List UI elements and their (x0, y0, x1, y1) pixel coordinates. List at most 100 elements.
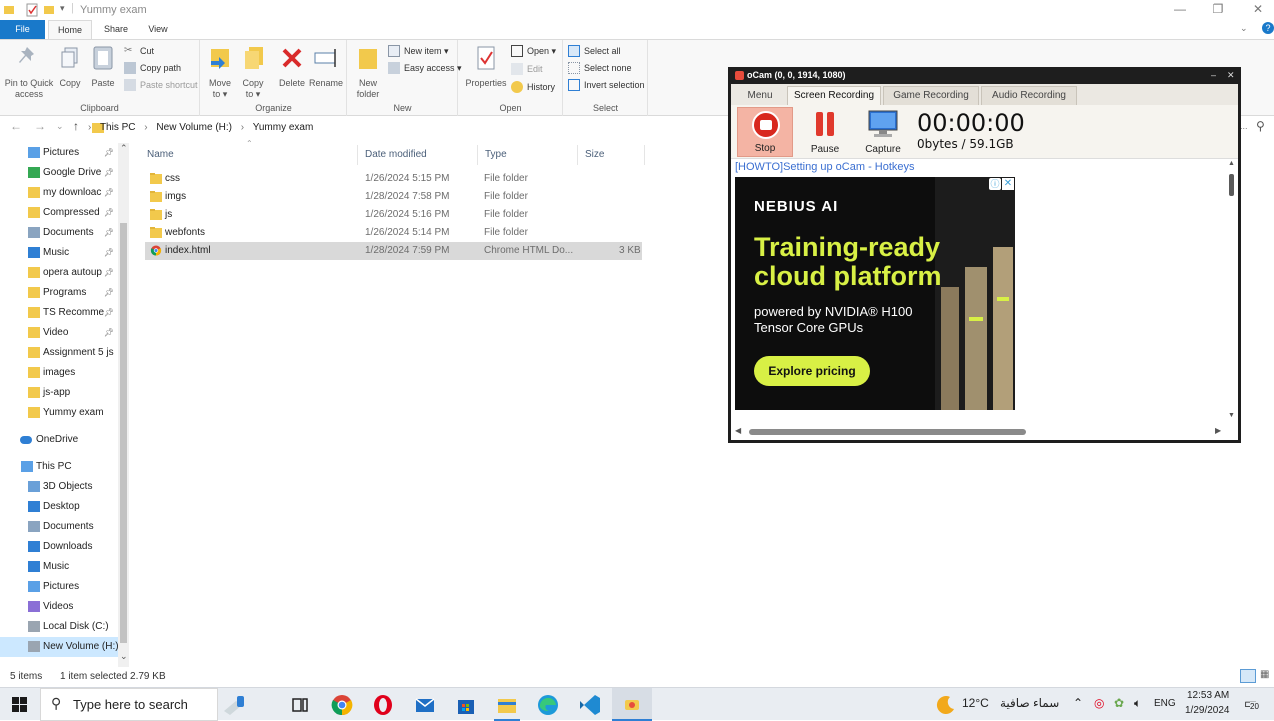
file-row[interactable]: css 1/26/2024 5:15 PM File folder (145, 170, 642, 188)
nav-item-downloads[interactable]: Downloads (0, 537, 118, 557)
nav-item-3d-objects[interactable]: 3D Objects (0, 477, 118, 497)
ocam-horizontal-scrollbar[interactable]: ◀ ▶ (731, 423, 1225, 440)
paste-button[interactable]: Paste (88, 43, 118, 89)
nav-onedrive[interactable]: OneDrive (0, 430, 118, 450)
column-type[interactable]: Type (478, 145, 578, 165)
vscode-icon[interactable] (578, 693, 602, 717)
nav-item-ts-recomme[interactable]: TS Recomme 📌︎ (0, 303, 118, 323)
scroll-right-icon[interactable]: ▶ (1215, 426, 1221, 435)
nav-item-videos[interactable]: Videos (0, 597, 118, 617)
weather-moon-icon[interactable] (934, 693, 958, 717)
breadcrumb-new-volume[interactable]: New Volume (H:) (156, 122, 232, 133)
ocam-taskbar-button[interactable] (612, 688, 652, 721)
search-highlight-icon[interactable] (222, 693, 246, 717)
tab-home[interactable]: Home (48, 20, 92, 39)
invert-selection-button[interactable]: Invert selection (568, 77, 645, 93)
properties-icon[interactable] (26, 3, 38, 17)
taskbar-search[interactable]: ⚲ Type here to search (40, 688, 218, 721)
nav-item-assignment-5-js[interactable]: Assignment 5 js (0, 343, 118, 363)
column-date-modified[interactable]: Date modified (358, 145, 478, 165)
nav-item-js-app[interactable]: js-app (0, 383, 118, 403)
nav-item-documents[interactable]: Documents 📌︎ (0, 223, 118, 243)
back-arrow-icon[interactable]: ← (10, 119, 22, 133)
nav-item-local-disk-c-[interactable]: Local Disk (C:) (0, 617, 118, 637)
copy-path-button[interactable]: Copy path (124, 60, 181, 76)
nav-item-music[interactable]: Music 📌︎ (0, 243, 118, 263)
nav-item-images[interactable]: images (0, 363, 118, 383)
paste-shortcut-button[interactable]: Paste shortcut (124, 77, 198, 93)
clock-date[interactable]: 1/29/2024 (1185, 705, 1230, 716)
breadcrumb-yummy-exam[interactable]: Yummy exam (253, 122, 314, 133)
nav-item-video[interactable]: Video 📌︎ (0, 323, 118, 343)
column-name[interactable]: Name (140, 145, 358, 165)
weather-condition[interactable]: سماء صافية (1000, 696, 1059, 710)
task-view-icon[interactable] (288, 693, 312, 717)
ocam-tab-game-recording[interactable]: Game Recording (883, 86, 979, 105)
language-indicator[interactable]: ENG (1154, 698, 1176, 709)
store-icon[interactable] (454, 693, 478, 717)
ad-info-icon[interactable]: ⓘ (989, 178, 1001, 190)
advertisement[interactable]: NEBIUS AI Training-ready cloud platform … (735, 177, 1015, 410)
opera-icon[interactable] (371, 693, 395, 717)
ocam-tab-menu[interactable]: Menu (735, 86, 785, 105)
ocam-tab-screen-recording[interactable]: Screen Recording (787, 86, 881, 106)
scroll-up-icon[interactable]: ▲ (1228, 160, 1235, 167)
search-icon[interactable]: ⚲ (1256, 119, 1265, 133)
rename-button[interactable]: Rename (307, 43, 345, 89)
new-item-button[interactable]: New item ▾ (388, 43, 449, 59)
delete-button[interactable]: Delete (275, 43, 309, 89)
opera-tray-icon[interactable]: ◎ (1094, 696, 1104, 710)
ocam-vscroll-thumb[interactable] (1229, 174, 1234, 196)
sync-tray-icon[interactable]: ✿ (1114, 696, 1124, 710)
copy-button[interactable]: Copy (56, 43, 84, 89)
move-to-button[interactable]: Move to ▾ (205, 43, 235, 100)
chrome-icon[interactable] (330, 693, 354, 717)
recent-locations-icon[interactable]: ⌄ (56, 121, 64, 132)
weather-temp[interactable]: 12°C (962, 696, 989, 710)
nav-item-my-downloac[interactable]: my downloac 📌︎ (0, 183, 118, 203)
search-box-label[interactable]: ... (1240, 121, 1248, 131)
pin-to-quick-access-button[interactable]: Pin to Quick access (4, 43, 54, 100)
new-folder-icon[interactable] (44, 3, 54, 17)
nav-item-pictures[interactable]: Pictures (0, 577, 118, 597)
capture-button[interactable]: Capture (855, 107, 911, 157)
forward-arrow-icon[interactable]: → (34, 119, 46, 133)
scroll-down-icon[interactable]: ⌄ (120, 651, 128, 662)
file-row[interactable]: index.html 1/28/2024 7:59 PM Chrome HTML D… (145, 242, 642, 260)
nav-item-pictures[interactable]: Pictures 📌︎ (0, 143, 118, 163)
tab-view[interactable]: View (140, 20, 176, 39)
nav-item-programs[interactable]: Programs 📌︎ (0, 283, 118, 303)
pause-button[interactable]: Pause (797, 107, 853, 157)
file-row[interactable]: js 1/26/2024 5:16 PM File folder (145, 206, 642, 224)
chevron-down-icon[interactable]: ⌄ (1240, 23, 1248, 34)
notifications-button[interactable]: ▭ 20 (1244, 695, 1262, 713)
maximize-button[interactable]: ❐ (1208, 2, 1228, 18)
ocam-close-button[interactable]: ✕ (1227, 67, 1235, 84)
stop-button[interactable]: Stop (737, 107, 793, 157)
nav-scrollbar[interactable]: ⌃ ⌄ (118, 143, 129, 667)
cut-button[interactable]: ✂ Cut (124, 43, 154, 59)
ad-cta-button[interactable]: Explore pricing (754, 356, 870, 386)
clock-time[interactable]: 12:53 AM (1187, 690, 1229, 701)
chevron-up-icon[interactable]: ⌃ (1073, 696, 1083, 710)
close-button[interactable]: ✕ (1248, 2, 1268, 18)
nav-item-opera-autoup[interactable]: opera autoup 📌︎ (0, 263, 118, 283)
nav-this-pc[interactable]: This PC (0, 457, 118, 477)
mail-icon[interactable] (413, 693, 437, 717)
properties-button[interactable]: Properties (465, 43, 507, 89)
history-button[interactable]: History (511, 79, 555, 95)
nav-item-music[interactable]: Music (0, 557, 118, 577)
windows-start-icon[interactable] (12, 697, 27, 712)
scroll-left-icon[interactable]: ◀ (735, 426, 741, 435)
nav-item-yummy-exam[interactable]: Yummy exam (0, 403, 118, 423)
howto-link[interactable]: [HOWTO]Setting up oCam - Hotkeys (735, 161, 915, 173)
nav-item-desktop[interactable]: Desktop (0, 497, 118, 517)
file-row[interactable]: webfonts 1/26/2024 5:14 PM File folder (145, 224, 642, 242)
scroll-down-icon[interactable]: ▼ (1228, 412, 1235, 419)
details-view-icon[interactable] (1240, 669, 1256, 683)
ocam-vertical-scrollbar[interactable]: ▲ ▼ (1225, 160, 1238, 423)
volume-icon[interactable]: 🔈︎ (1134, 696, 1141, 711)
nav-scrollbar-thumb[interactable] (120, 223, 127, 643)
edit-button[interactable]: Edit (511, 61, 543, 77)
copy-to-button[interactable]: Copy to ▾ (239, 43, 267, 100)
